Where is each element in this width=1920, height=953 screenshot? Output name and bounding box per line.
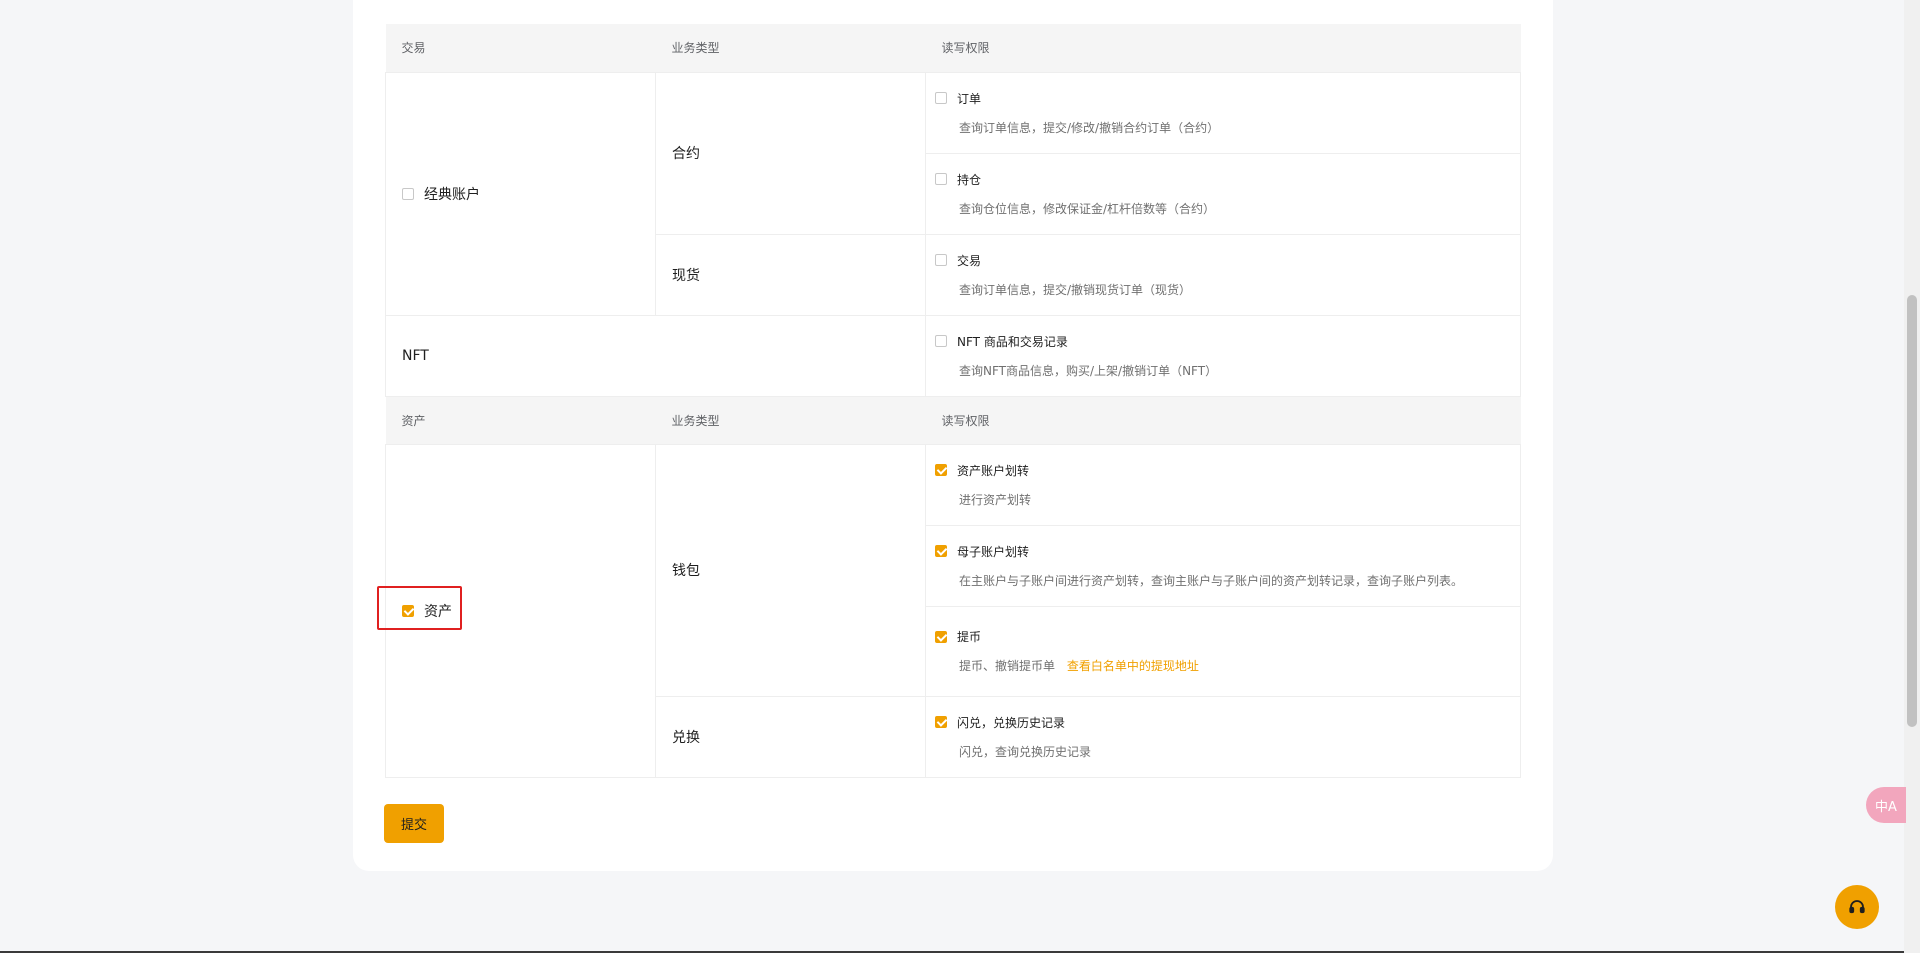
transfer-desc: 进行资产划转: [959, 492, 1032, 507]
trade-permission-header: 读写权限: [925, 24, 1521, 72]
order-title: 订单: [957, 91, 982, 106]
nft-records-checkbox[interactable]: NFT 商品和交易记录: [935, 333, 1520, 350]
asset-group-header: 资产: [385, 396, 656, 444]
sub-transfer-checkbox[interactable]: 母子账户划转: [935, 543, 1520, 560]
checkbox-icon: [935, 335, 947, 347]
withdraw-desc-line: 提币、撤销提币单 查看白名单中的提现地址: [959, 657, 1520, 674]
withdraw-permission-cell: 提币 提币、撤销提币单 查看白名单中的提现地址: [925, 605, 1521, 697]
convert-history-permission-cell: 闪兑，兑换历史记录 闪兑，查询兑换历史记录: [925, 695, 1521, 778]
trade-biz-type-header: 业务类型: [655, 24, 926, 72]
position-checkbox[interactable]: 持仓: [935, 171, 1520, 188]
spot-trade-desc: 查询订单信息，提交/撤销现货订单（现货）: [959, 282, 1192, 297]
classic-account-label: 经典账户: [424, 186, 480, 203]
wallet-biz-cell: 钱包: [655, 443, 926, 697]
table-row: 资产 钱包 资产账户划转 进行资产划转: [385, 443, 1521, 778]
table-row: 经典账户 合约 订单 查询订单信息，提交/修改/撤销合约订单（合约）: [385, 71, 1521, 316]
withdraw-checkbox[interactable]: 提币: [935, 628, 1520, 645]
customer-support-button[interactable]: [1835, 885, 1879, 929]
nft-records-title: NFT 商品和交易记录: [957, 334, 1068, 349]
checkbox-icon: [935, 173, 947, 185]
classic-account-cell: 经典账户: [385, 71, 656, 316]
checkbox-checked-icon: [935, 716, 947, 728]
asset-checkbox-highlight: [377, 586, 462, 630]
classic-account-checkbox[interactable]: 经典账户: [402, 184, 480, 204]
translate-button[interactable]: 中A: [1866, 787, 1906, 823]
checkbox-icon: [935, 92, 947, 104]
spot-trade-permission-cell: 交易 查询订单信息，提交/撤销现货订单（现货）: [925, 233, 1521, 316]
nft-records-desc: 查询NFT商品信息，购买/上架/撤销订单（NFT）: [959, 363, 1218, 378]
checkbox-checked-icon: [935, 545, 947, 557]
spot-trade-checkbox[interactable]: 交易: [935, 252, 1520, 269]
sub-transfer-desc: 在主账户与子账户间进行资产划转，查询主账户与子账户间的资产划转记录，查询子账户列…: [959, 573, 1464, 588]
position-permission-cell: 持仓 查询仓位信息，修改保证金/杠杆倍数等（合约）: [925, 152, 1521, 235]
withdraw-desc: 提币、撤销提币单: [959, 659, 1056, 673]
convert-history-title: 闪兑，兑换历史记录: [957, 715, 1066, 730]
spot-trade-title: 交易: [957, 253, 982, 268]
transfer-title: 资产账户划转: [957, 463, 1030, 478]
trade-header-row: 交易 业务类型 读写权限: [385, 24, 1521, 72]
permissions-table: 交易 业务类型 读写权限 经典账户 合约 订单 查询订单信息，提交/修改/撤销合…: [385, 24, 1521, 778]
convert-biz-cell: 兑换: [655, 695, 926, 778]
nft-group-cell: NFT: [385, 314, 926, 397]
scrollbar-thumb[interactable]: [1907, 295, 1917, 727]
transfer-checkbox[interactable]: 资产账户划转: [935, 462, 1520, 479]
table-row: NFT NFT 商品和交易记录 查询NFT商品信息，购买/上架/撤销订单（NFT…: [385, 314, 1521, 397]
order-permission-cell: 订单 查询订单信息，提交/修改/撤销合约订单（合约）: [925, 71, 1521, 154]
order-checkbox[interactable]: 订单: [935, 90, 1520, 107]
contract-biz-cell: 合约: [655, 71, 926, 235]
withdraw-title: 提币: [957, 630, 982, 644]
transfer-permission-cell: 资产账户划转 进行资产划转: [925, 443, 1521, 526]
checkbox-icon: [402, 187, 414, 200]
asset-biz-type-header: 业务类型: [655, 396, 926, 444]
convert-history-desc: 闪兑，查询兑换历史记录: [959, 744, 1092, 759]
position-desc: 查询仓位信息，修改保证金/杠杆倍数等（合约）: [959, 201, 1216, 216]
sub-transfer-permission-cell: 母子账户划转 在主账户与子账户间进行资产划转，查询主账户与子账户间的资产划转记录…: [925, 524, 1521, 607]
sub-transfer-title: 母子账户划转: [957, 544, 1030, 559]
order-desc: 查询订单信息，提交/修改/撤销合约订单（合约）: [959, 120, 1220, 135]
translate-icon: 中A: [1875, 799, 1897, 815]
nft-permission-cell: NFT 商品和交易记录 查询NFT商品信息，购买/上架/撤销订单（NFT）: [925, 314, 1521, 397]
spot-biz-cell: 现货: [655, 233, 926, 316]
checkbox-checked-icon: [935, 464, 947, 476]
whitelist-address-link[interactable]: 查看白名单中的提现地址: [1067, 659, 1199, 673]
convert-history-checkbox[interactable]: 闪兑，兑换历史记录: [935, 714, 1520, 731]
trade-group-header: 交易: [385, 24, 656, 72]
submit-button[interactable]: 提交: [384, 804, 444, 843]
asset-permission-header: 读写权限: [925, 396, 1521, 444]
checkbox-checked-icon: [935, 630, 947, 643]
checkbox-icon: [935, 254, 947, 266]
headset-icon: [1849, 900, 1865, 914]
asset-header-row: 资产 业务类型 读写权限: [385, 396, 1521, 444]
position-title: 持仓: [957, 172, 982, 187]
